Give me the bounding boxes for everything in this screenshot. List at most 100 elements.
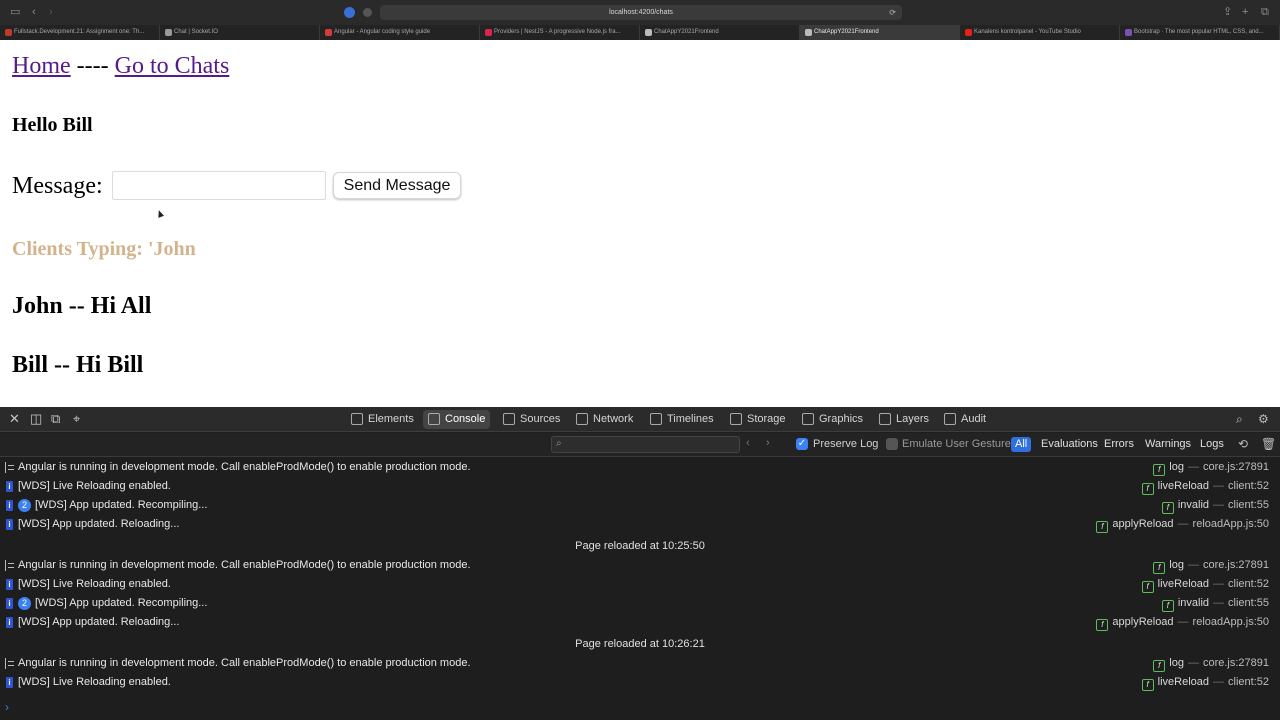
source-file-link[interactable]: client:52 (1228, 676, 1269, 688)
tab-label: Network (593, 413, 634, 425)
source-file-link[interactable]: reloadApp.js:50 (1193, 616, 1269, 628)
function-icon: f (1153, 464, 1166, 476)
extension-icon[interactable] (344, 7, 355, 18)
source-file-link[interactable]: core.js:27891 (1203, 461, 1269, 473)
filter-input[interactable]: ⌕ (551, 436, 740, 453)
gear-icon[interactable]: ⚙ (1258, 412, 1269, 426)
console-message-text: [WDS] App updated. Reloading... (18, 616, 180, 628)
source-file-link[interactable]: core.js:27891 (1203, 559, 1269, 571)
close-icon[interactable]: ✕ (9, 412, 20, 426)
chat-message: John -- Hi All (12, 293, 152, 319)
sources-icon (503, 413, 515, 425)
next-match-icon[interactable]: › (766, 437, 770, 449)
console-message[interactable]: Angular is running in development mode. … (0, 458, 1280, 477)
tab-label: Timelines (667, 413, 714, 425)
emulate-gesture-checkbox[interactable] (886, 438, 898, 450)
console-message-text: [WDS] App updated. Recompiling... (35, 597, 208, 609)
browser-tab[interactable]: Fullstack.Development.21: Assignment one… (0, 25, 160, 40)
level-filter-all[interactable]: All (1011, 437, 1032, 452)
browser-tab-label: Fullstack.Development.21: Assignment one… (14, 29, 145, 35)
browser-tab[interactable]: ChatAppY2021Frontend (800, 25, 960, 40)
message-input[interactable] (111, 171, 326, 200)
browser-tab-label: Angular - Angular coding style guide (334, 29, 431, 35)
send-message-button[interactable]: Send Message (332, 172, 462, 199)
browser-tab[interactable]: Chat | Socket.IO (160, 25, 320, 40)
source-function: applyReload (1112, 518, 1174, 530)
function-icon: f (1161, 502, 1174, 514)
browser-tab[interactable]: Bootstrap · The most popular HTML, CSS, … (1120, 25, 1280, 40)
message-form: Message: Send Message (12, 171, 462, 200)
console-filter-bar: ⌕ ‹ › ✓ Preserve Log Emulate User Gestur… (0, 433, 1280, 457)
tab-timelines[interactable]: Timelines (645, 410, 719, 429)
sidebar-toggle-icon[interactable]: ▭ (10, 6, 20, 19)
preserve-log-checkbox[interactable]: ✓ (796, 438, 808, 450)
tab-sources[interactable]: Sources (498, 410, 565, 429)
console-message-text: [WDS] App updated. Reloading... (18, 518, 180, 530)
tab-label: Elements (368, 413, 414, 425)
tab-label: Layers (896, 413, 930, 425)
greeting-heading: Hello Bill (12, 114, 93, 136)
clear-on-reload-icon[interactable]: ⟲ (1238, 437, 1248, 451)
source-file-link[interactable]: client:55 (1228, 597, 1269, 609)
source-file-link[interactable]: client:52 (1228, 578, 1269, 590)
level-filter-evaluations[interactable]: Evaluations (1037, 437, 1102, 452)
console-message[interactable]: i [WDS] Live Reloading enabled. f liveReloa… (0, 673, 1280, 692)
console-message[interactable]: Angular is running in development mode. … (0, 556, 1280, 575)
console-message-text: Angular is running in development mode. … (18, 461, 471, 473)
privacy-icon[interactable] (363, 8, 372, 17)
tab-overview-icon[interactable]: ⧉ (1261, 6, 1269, 19)
source-dash: — (1187, 657, 1199, 669)
tab-audit[interactable]: Audit (939, 410, 991, 429)
console-message[interactable]: i [WDS] App updated. Reloading... f applyRe… (0, 515, 1280, 534)
search-icon[interactable]: ⌕ (1236, 412, 1243, 426)
source-function: applyReload (1112, 616, 1174, 628)
element-picker-icon[interactable]: ⌖ (73, 412, 80, 426)
favicon-icon (325, 29, 332, 36)
tab-network[interactable]: Network (571, 410, 638, 429)
previous-match-icon[interactable]: ‹ (746, 437, 750, 449)
console-message[interactable]: i 2 [WDS] App updated. Recompiling... f inva… (0, 594, 1280, 613)
console-message[interactable]: i [WDS] App updated. Reloading... f applyRe… (0, 613, 1280, 632)
address-bar[interactable]: localhost:4200/chats ⟳ (380, 5, 902, 20)
tab-graphics[interactable]: Graphics (797, 410, 868, 429)
home-link[interactable]: Home (12, 53, 71, 79)
tab-console[interactable]: Console (423, 410, 491, 429)
browser-tab[interactable]: ChatAppY2021Frontend (640, 25, 800, 40)
source-file-link[interactable]: reloadApp.js:50 (1193, 518, 1269, 530)
level-filter-errors[interactable]: Errors (1100, 437, 1138, 452)
trash-icon[interactable]: 🗑 (1261, 437, 1276, 451)
back-icon[interactable]: ‹ (32, 6, 36, 19)
dock-side-icon[interactable]: ◫ (30, 412, 42, 426)
source-dash: — (1177, 518, 1189, 530)
favicon-icon (965, 29, 972, 36)
source-function: invalid (1177, 499, 1210, 511)
console-message[interactable]: Angular is running in development mode. … (0, 654, 1280, 673)
console-prompt-icon[interactable]: › (5, 700, 9, 714)
level-filter-logs[interactable]: Logs (1196, 437, 1228, 452)
console-message[interactable]: i [WDS] Live Reloading enabled. f liveReloa… (0, 575, 1280, 594)
console-message[interactable]: i 2 [WDS] App updated. Recompiling... f inva… (0, 496, 1280, 515)
forward-icon[interactable]: › (49, 6, 53, 19)
browser-tab[interactable]: Providers | NestJS - A progressive Node.… (480, 25, 640, 40)
browser-tab[interactable]: Kanalens kontrolpanel - YouTube Studio (960, 25, 1120, 40)
console-message[interactable]: i [WDS] Live Reloading enabled. f liveReloa… (0, 477, 1280, 496)
share-icon[interactable]: ⇪ (1223, 6, 1232, 19)
repeat-count-badge: 2 (18, 499, 31, 512)
new-tab-icon[interactable]: + (1242, 6, 1248, 19)
level-filter-warnings[interactable]: Warnings (1141, 437, 1195, 452)
source-dash: — (1187, 461, 1199, 473)
tab-layers[interactable]: Layers (874, 410, 934, 429)
function-icon: f (1141, 581, 1154, 593)
detach-icon[interactable]: ⧉ (51, 412, 60, 426)
tab-elements[interactable]: Elements (346, 410, 419, 429)
tab-storage[interactable]: Storage (725, 410, 791, 429)
source-file-link[interactable]: core.js:27891 (1203, 657, 1269, 669)
go-to-chats-link[interactable]: Go to Chats (115, 53, 230, 79)
favicon-icon (645, 29, 652, 36)
elements-icon (351, 413, 363, 425)
source-file-link[interactable]: client:52 (1228, 480, 1269, 492)
browser-tab[interactable]: Angular - Angular coding style guide (320, 25, 480, 40)
reload-icon[interactable]: ⟳ (889, 5, 896, 20)
function-icon: f (1161, 600, 1174, 612)
source-file-link[interactable]: client:55 (1228, 499, 1269, 511)
